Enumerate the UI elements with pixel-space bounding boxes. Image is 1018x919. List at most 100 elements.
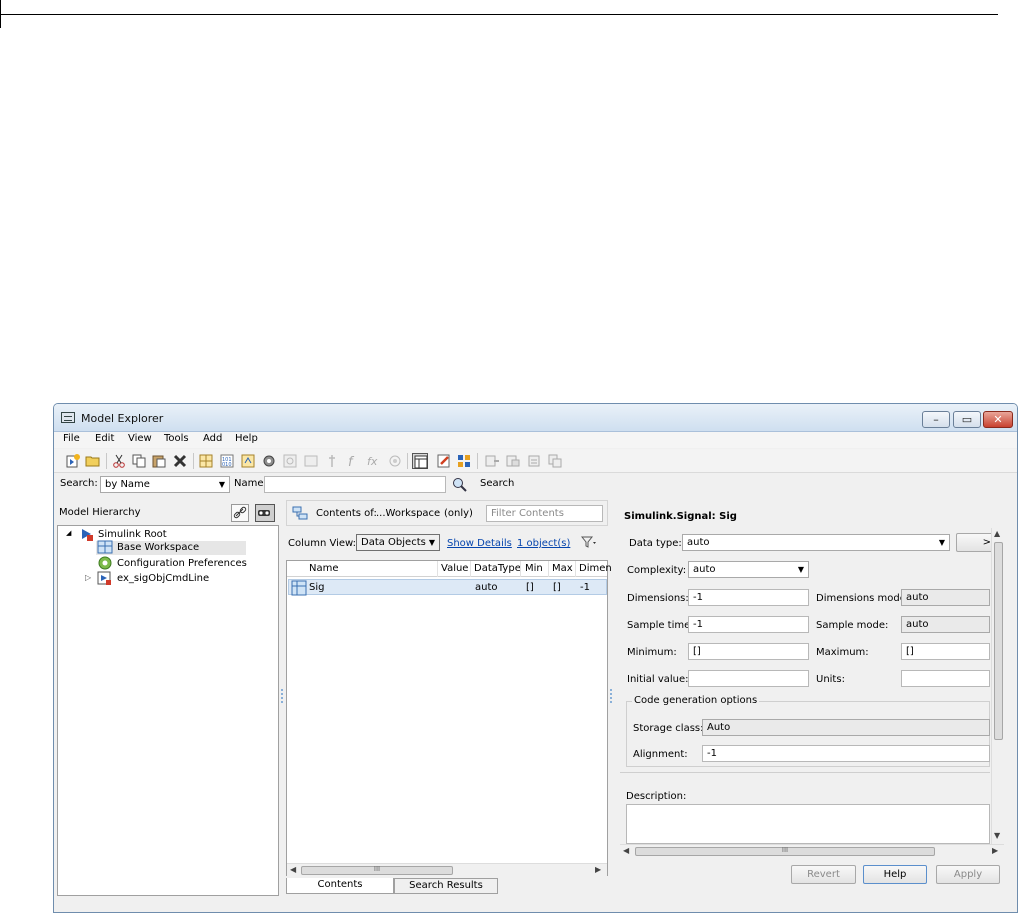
- table-header: Name Value DataType Min Max Dimen: [287, 561, 612, 577]
- scroll-right-icon[interactable]: ▶: [992, 845, 998, 857]
- copy-icon[interactable]: [131, 453, 147, 469]
- new-model-icon[interactable]: [65, 453, 81, 469]
- contents-hierarchy-icon: [292, 505, 308, 521]
- scroll-down-icon[interactable]: ▼: [994, 830, 1000, 842]
- search-label: Search:: [60, 478, 98, 489]
- link-icon[interactable]: [231, 504, 249, 522]
- dialog-view-icon[interactable]: [412, 453, 428, 469]
- tree-expander-icon[interactable]: ▷: [85, 573, 91, 582]
- data-type-assistant-button[interactable]: >: [956, 533, 996, 552]
- sample-mode-select[interactable]: auto: [901, 616, 990, 633]
- units-input[interactable]: [901, 670, 990, 687]
- menu-tools[interactable]: Tools: [164, 433, 189, 444]
- menu-file[interactable]: File: [63, 433, 80, 444]
- show-library-icon[interactable]: [255, 504, 275, 522]
- table-row[interactable]: Sig auto [] [] -1: [288, 579, 607, 596]
- maximize-icon: ▭: [961, 413, 973, 426]
- tree-item-base-workspace[interactable]: Base Workspace: [117, 542, 199, 553]
- object-count-link[interactable]: 1 object(s): [517, 538, 570, 549]
- left-splitter-handle[interactable]: [281, 689, 283, 703]
- dimensions-label: Dimensions:: [627, 593, 689, 604]
- dimensions-mode-select[interactable]: auto: [901, 589, 990, 606]
- delete-icon[interactable]: [172, 453, 188, 469]
- minimum-label: Minimum:: [627, 647, 677, 658]
- scrollbar-thumb[interactable]: III: [301, 865, 453, 875]
- model-explorer-app-icon: [61, 412, 75, 423]
- sample-time-label: Sample time:: [627, 620, 694, 631]
- scroll-right-icon[interactable]: ▶: [595, 864, 601, 876]
- column-header-name[interactable]: Name: [309, 563, 339, 574]
- add-data-icon[interactable]: 101 010: [219, 453, 235, 469]
- scrollbar-thumb[interactable]: III: [635, 846, 935, 856]
- add-config-set-icon[interactable]: [261, 453, 277, 469]
- alignment-input[interactable]: -1: [702, 745, 990, 762]
- close-icon: ✕: [993, 413, 1003, 426]
- maximize-button[interactable]: ▭: [953, 411, 981, 428]
- cell-name: Sig: [309, 582, 325, 593]
- search-icon[interactable]: [451, 476, 467, 492]
- paste-icon[interactable]: [151, 453, 167, 469]
- scroll-left-icon[interactable]: ◀: [290, 864, 296, 876]
- tree-expander-icon[interactable]: ◢: [66, 529, 71, 537]
- open-icon[interactable]: [85, 453, 101, 469]
- dialog-vertical-scrollbar[interactable]: ▲ ▼: [991, 528, 1004, 844]
- tab-contents[interactable]: Contents: [286, 878, 394, 894]
- initial-value-input[interactable]: [688, 670, 809, 687]
- scroll-left-icon[interactable]: ◀: [623, 845, 629, 857]
- tree-item-ex-sigobjcmdline[interactable]: ex_sigObjCmdLine: [117, 573, 209, 584]
- disabled-icon-2: [303, 453, 319, 469]
- show-details-link[interactable]: Show Details: [447, 538, 512, 549]
- column-header-dimensions[interactable]: Dimen: [579, 563, 612, 574]
- filter-contents-input[interactable]: Filter Contents: [486, 505, 603, 522]
- name-label: Name:: [234, 478, 267, 489]
- chevron-down-icon: ▼: [218, 480, 225, 489]
- dimensions-mode-value: auto: [906, 592, 929, 603]
- column-header-value[interactable]: Value: [441, 563, 468, 574]
- column-header-min[interactable]: Min: [525, 563, 543, 574]
- model-advisor-icon[interactable]: [436, 453, 452, 469]
- model-hierarchy-title: Model Hierarchy: [59, 507, 141, 518]
- window-title: Model Explorer: [81, 412, 164, 425]
- menu-edit[interactable]: Edit: [95, 433, 114, 444]
- contents-scope[interactable]: ...Workspace: [376, 508, 440, 519]
- contents-grid-icon[interactable]: [456, 453, 472, 469]
- menu-help[interactable]: Help: [235, 433, 258, 444]
- tree-item-configuration-preferences[interactable]: Configuration Preferences: [117, 558, 247, 569]
- column-view-select[interactable]: Data Objects ▼: [356, 534, 440, 551]
- minimum-input[interactable]: []: [688, 643, 809, 660]
- minimize-button[interactable]: –: [922, 411, 950, 428]
- revert-button[interactable]: Revert: [791, 865, 856, 884]
- contents-only-toggle[interactable]: (only): [444, 508, 473, 519]
- cell-datatype: auto: [475, 582, 498, 593]
- dialog-horizontal-scrollbar[interactable]: ◀ III ▶: [620, 844, 1004, 857]
- search-button[interactable]: Search: [480, 478, 514, 489]
- scroll-up-icon[interactable]: ▲: [994, 528, 1000, 540]
- search-mode-select[interactable]: by Name ▼: [100, 476, 230, 493]
- back-icon: [505, 453, 521, 469]
- filter-icon[interactable]: [581, 534, 597, 550]
- right-splitter-handle[interactable]: [610, 689, 612, 703]
- dimensions-input[interactable]: -1: [688, 589, 809, 606]
- scrollbar-thumb[interactable]: [994, 542, 1003, 740]
- add-workspace-icon[interactable]: [198, 453, 214, 469]
- tab-search-results[interactable]: Search Results: [394, 878, 498, 894]
- column-divider: [548, 561, 549, 577]
- close-button[interactable]: ✕: [983, 411, 1013, 428]
- description-textarea[interactable]: [626, 804, 990, 844]
- cut-icon[interactable]: [111, 453, 127, 469]
- add-config-icon[interactable]: [240, 453, 256, 469]
- complexity-select[interactable]: auto ▼: [688, 561, 809, 578]
- title-bar: Model Explorer – ▭ ✕: [54, 404, 1017, 432]
- contents-horizontal-scrollbar[interactable]: ◀ III ▶: [287, 863, 607, 876]
- column-header-max[interactable]: Max: [552, 563, 573, 574]
- storage-class-select[interactable]: Auto: [702, 719, 990, 736]
- name-search-input[interactable]: [264, 476, 446, 493]
- menu-add[interactable]: Add: [203, 433, 222, 444]
- menu-view[interactable]: View: [128, 433, 152, 444]
- maximum-input[interactable]: []: [901, 643, 990, 660]
- apply-button[interactable]: Apply: [936, 865, 1000, 884]
- data-type-select[interactable]: auto ▼: [682, 534, 950, 551]
- column-header-datatype[interactable]: DataType: [474, 563, 521, 574]
- help-button[interactable]: Help: [863, 865, 927, 884]
- sample-time-input[interactable]: -1: [688, 616, 809, 633]
